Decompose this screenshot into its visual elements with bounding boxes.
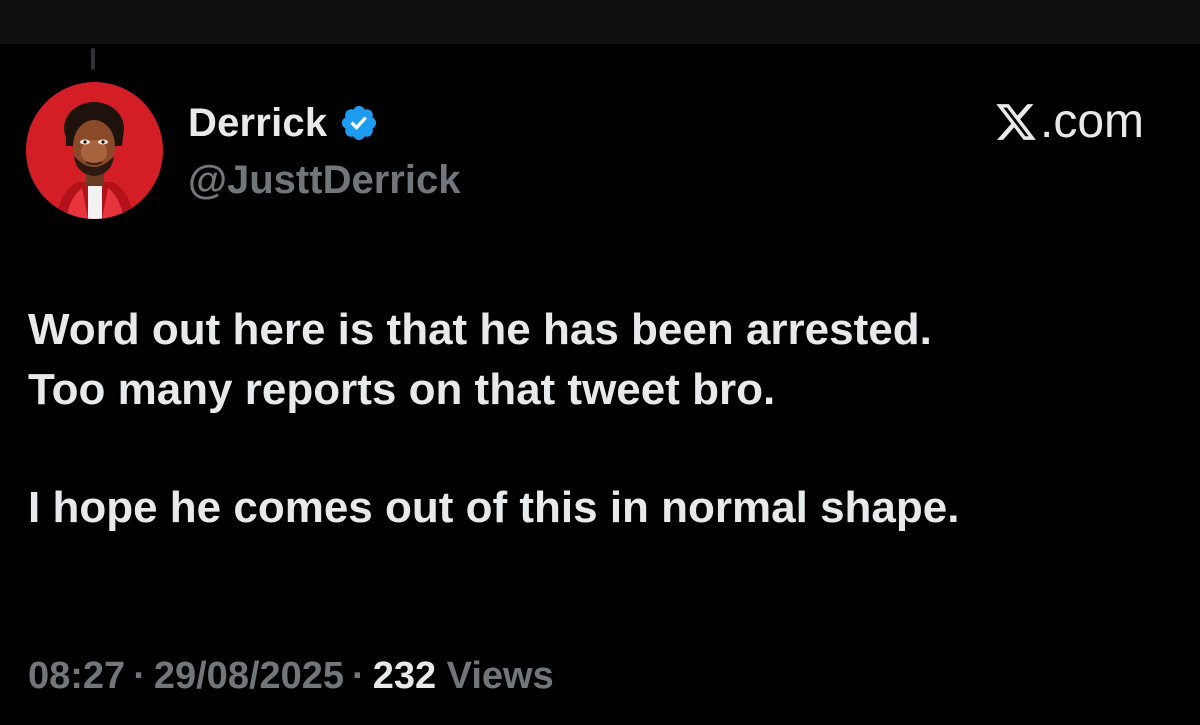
meta-separator: · bbox=[133, 655, 146, 697]
thread-connector-line bbox=[91, 48, 95, 70]
tweet-date[interactable]: 29/08/2025 bbox=[154, 655, 344, 697]
views-label: Views bbox=[446, 655, 554, 697]
tweet-screenshot: Derrick @JusttDerrick .com Word out here… bbox=[0, 0, 1200, 725]
author-name-row[interactable]: Derrick bbox=[188, 98, 379, 148]
tweet-line-1: Word out here is that he has been arrest… bbox=[28, 305, 932, 354]
tweet-line-3: I hope he comes out of this in normal sh… bbox=[28, 483, 960, 532]
meta-separator: · bbox=[352, 655, 365, 697]
tweet-time[interactable]: 08:27 bbox=[28, 655, 125, 697]
tweet-text: Word out here is that he has been arrest… bbox=[28, 300, 1178, 538]
author-handle[interactable]: @JusttDerrick bbox=[188, 156, 460, 204]
tweet-line-2: Too many reports on that tweet bro. bbox=[28, 365, 776, 414]
avatar-image bbox=[26, 82, 163, 219]
tweet-metadata: 08:27 · 29/08/2025 · 232 Views bbox=[28, 652, 554, 700]
display-name[interactable]: Derrick bbox=[188, 99, 327, 147]
avatar[interactable] bbox=[26, 82, 163, 219]
previous-tweet-edge bbox=[0, 0, 1200, 44]
verified-badge-icon bbox=[339, 103, 379, 143]
views-count: 232 bbox=[372, 655, 437, 697]
brand-watermark: .com bbox=[994, 96, 1144, 148]
brand-text: .com bbox=[1039, 95, 1144, 148]
x-logo-icon bbox=[994, 100, 1038, 144]
